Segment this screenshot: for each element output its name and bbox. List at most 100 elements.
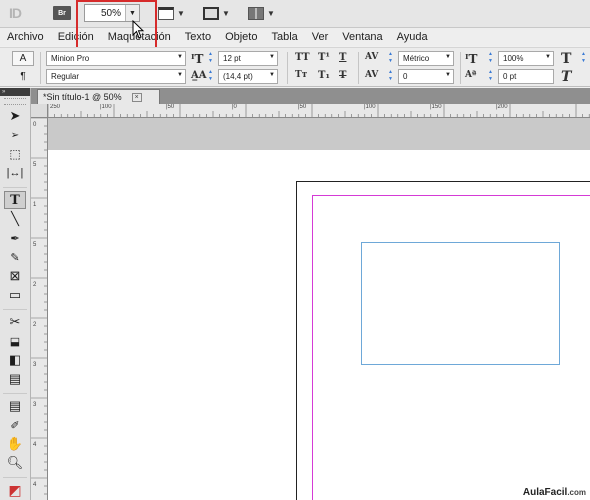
ruler-label: |200 [496, 104, 508, 110]
ruler-label: |150 [430, 104, 442, 110]
tracking-field[interactable]: 0 ▼ [398, 69, 454, 84]
tab-document[interactable]: *Sin título-1 @ 50% × [37, 89, 160, 104]
font-family-value: Minion Pro [51, 54, 90, 63]
ruler-label: 2 [33, 322, 37, 328]
note-tool-icon[interactable]: ▤ [4, 397, 26, 415]
kerning-value: Métrico [403, 54, 430, 63]
direct-selection-tool-icon[interactable]: ➢ [4, 126, 26, 144]
kerning-stepper[interactable]: ▲ ▼ [387, 51, 394, 66]
zoom-tool-icon[interactable]: 🔍︎ [4, 454, 26, 472]
panel-grip[interactable] [4, 98, 26, 105]
vertical-scale-field[interactable]: 100% ▼ [498, 51, 554, 66]
rectangle-frame-tool-icon[interactable]: ⊠ [4, 267, 26, 285]
separator [40, 52, 41, 84]
vertical-ruler[interactable]: 0 5 1 5 2 2 3 3 4 4 [31, 118, 48, 500]
strikethrough-button[interactable]: T [339, 70, 346, 81]
superscript-button[interactable]: T¹ [318, 52, 330, 63]
font-style-select[interactable]: Regular ▼ [46, 69, 186, 84]
bold-text-icon[interactable]: T [561, 51, 571, 67]
eyedropper-tool-icon[interactable]: ✐ [4, 416, 26, 434]
watermark-brand: AulaFacil [522, 487, 568, 498]
underline-button[interactable]: T [339, 52, 346, 63]
separator [287, 52, 288, 84]
leading-field[interactable]: (14,4 pt) ▼ [218, 69, 278, 84]
menu-texto[interactable]: Texto [178, 28, 218, 46]
menu-ventana[interactable]: Ventana [335, 28, 389, 46]
gap-tool-icon[interactable]: |↔| [4, 164, 26, 182]
separator [460, 52, 461, 84]
ruler-label: 2 [33, 282, 37, 288]
all-caps-button[interactable]: TT [295, 52, 310, 63]
baseline-shift-icon: Aª [465, 70, 477, 80]
chevron-down-icon: ▼ [269, 72, 275, 78]
scissors-tool-icon[interactable]: ✂ [4, 313, 26, 331]
gradient-swatch-tool-icon[interactable]: ◧ [4, 351, 26, 369]
vertical-scale-stepper[interactable]: ▲ ▼ [487, 51, 494, 66]
ruler-label: 0 [33, 122, 37, 128]
pasteboard[interactable] [48, 118, 590, 500]
italic-text-icon[interactable]: T [561, 69, 571, 85]
menu-archivo[interactable]: Archivo [0, 28, 51, 46]
paragraph-mode-button[interactable]: ¶ [12, 69, 34, 84]
line-tool-icon[interactable]: ╲ [4, 210, 26, 228]
font-size-field[interactable]: 12 pt ▼ [218, 51, 278, 66]
ruler-label: 5 [33, 242, 37, 248]
bridge-button[interactable]: Br [53, 6, 71, 20]
selection-tool-icon[interactable]: ➤ [4, 107, 26, 125]
kerning-field[interactable]: Métrico ▼ [398, 51, 454, 66]
leading-value: (14,4 pt) [223, 72, 253, 81]
chevron-down-icon: ▼ [267, 8, 275, 18]
ruler-label: |100 [100, 104, 112, 110]
menu-ver[interactable]: Ver [305, 28, 336, 46]
baseline-shift-field[interactable]: 0 pt [498, 69, 554, 84]
kerning-icon: AV [365, 52, 379, 62]
panel-collapse-icon[interactable]: » [0, 88, 30, 96]
font-size-value: 12 pt [223, 54, 241, 63]
tracking-stepper[interactable]: ▲ ▼ [387, 69, 394, 84]
leading-icon: A̲A [191, 70, 207, 81]
view-options-button[interactable]: ▼ [158, 5, 185, 21]
separator [3, 389, 27, 394]
free-transform-tool-icon[interactable]: ⬓ [4, 332, 26, 350]
character-mode-button[interactable]: A [12, 51, 34, 66]
baseline-shift-stepper[interactable]: ▲ ▼ [487, 69, 494, 84]
pencil-tool-icon[interactable]: ✎ [4, 248, 26, 266]
chevron-down-icon: ▼ [177, 72, 183, 78]
stepper-right[interactable]: ▲ ▼ [580, 51, 587, 66]
font-size-icon: ᴵT [191, 52, 204, 66]
menu-tabla[interactable]: Tabla [264, 28, 304, 46]
type-tool-icon[interactable]: T [4, 191, 26, 209]
aulafacil-watermark: AulaFacil.com [523, 487, 586, 498]
view-options-icon [158, 6, 174, 20]
menu-objeto[interactable]: Objeto [218, 28, 264, 46]
ruler-origin[interactable] [31, 104, 48, 118]
chevron-down-icon: ▼ [177, 54, 183, 60]
document-tab-title: *Sin título-1 @ 50% [43, 92, 122, 102]
fill-stroke-swatch-icon[interactable]: ◩ [4, 481, 26, 499]
gradient-feather-tool-icon[interactable]: ▤ [4, 370, 26, 388]
baseline-shift-value: 0 pt [503, 72, 517, 81]
small-caps-button[interactable]: Tт [295, 70, 307, 80]
screen-mode-icon [203, 6, 219, 20]
font-family-select[interactable]: Minion Pro ▼ [46, 51, 186, 66]
page-tool-icon[interactable]: ⬚ [4, 145, 26, 163]
font-size-stepper[interactable]: ▲ ▼ [207, 51, 214, 66]
separator [3, 473, 27, 478]
close-icon[interactable]: × [131, 92, 142, 102]
ruler-label: 3 [33, 402, 37, 408]
mouse-cursor-icon [132, 20, 145, 39]
horizontal-ruler[interactable]: 250 |100 |50 |0 |50 |100 |150 |200 [48, 104, 590, 118]
arrange-documents-button[interactable]: ▼ [248, 5, 275, 21]
screen-mode-button[interactable]: ▼ [203, 5, 230, 21]
hand-tool-icon[interactable]: ✋ [4, 435, 26, 453]
subscript-button[interactable]: T₁ [318, 70, 330, 81]
chevron-down-icon: ▼ [222, 8, 230, 18]
tools-panel: » ➤ ➢ ⬚ |↔| T ╲ ✒ ✎ ⊠ ▭ ✂ ⬓ ◧ ▤ ▤ ✐ ✋ 🔍︎… [0, 88, 31, 500]
text-frame[interactable] [361, 242, 560, 365]
menu-ayuda[interactable]: Ayuda [390, 28, 435, 46]
font-style-value: Regular [51, 72, 80, 81]
rectangle-tool-icon[interactable]: ▭ [4, 286, 26, 304]
leading-stepper[interactable]: ▲ ▼ [207, 69, 214, 84]
arrange-documents-icon [248, 6, 264, 20]
pen-tool-icon[interactable]: ✒ [4, 229, 26, 247]
